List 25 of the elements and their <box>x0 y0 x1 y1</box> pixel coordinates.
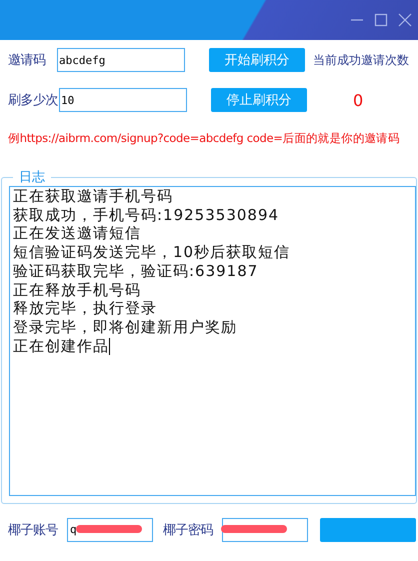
text-caret <box>109 338 110 356</box>
log-line: 短信验证码发送完毕，10秒后获取短信 <box>13 243 292 262</box>
invite-code-field[interactable]: abcdefg <box>57 48 185 72</box>
log-line: 正在创建作品 <box>13 336 111 356</box>
count-label: 刷多少次 <box>8 92 58 109</box>
password-field[interactable] <box>222 518 308 542</box>
success-count-label: 当前成功邀请次数 <box>313 52 409 68</box>
log-line: 登录完毕，即将创建新用户奖励 <box>13 318 238 337</box>
success-count: 0 <box>353 90 364 110</box>
log-title: 日志 <box>18 169 46 186</box>
log-area[interactable]: 正在获取邀请手机号码 获取成功，手机号码:19253530894 正在发送邀请短信 短信验证码发送完毕，10秒后获取短信 验证码获取完毕，验证码:639187 正在释放手机号码 释放完毕，执行登录 登录完毕，即将创建新用户奖励 正在创建作品 <box>9 186 416 496</box>
account-label: 椰子账号 <box>8 522 58 539</box>
log-line: 获取成功，手机号码:19253530894 <box>13 206 280 224</box>
log-line: 正在发送邀请短信 <box>13 224 142 244</box>
hint-text: 例https://aibrm.com/signup?code=abcdefg code=后面的就是你的邀请码 <box>7 131 401 146</box>
account-field[interactable]: q <box>67 518 153 542</box>
count-field[interactable]: 10 <box>59 88 187 112</box>
invite-code-label: 邀请码 <box>8 52 46 69</box>
close-icon[interactable] <box>398 13 412 27</box>
log-line: 验证码获取完毕，验证码:639187 <box>13 262 260 281</box>
maximize-icon[interactable] <box>374 13 388 27</box>
log-line: 释放完毕，执行登录 <box>13 299 158 318</box>
log-line: 正在获取邀请手机号码 <box>13 187 174 206</box>
log-line: 正在释放手机号码 <box>13 280 142 300</box>
password-label: 椰子密码 <box>163 522 213 539</box>
